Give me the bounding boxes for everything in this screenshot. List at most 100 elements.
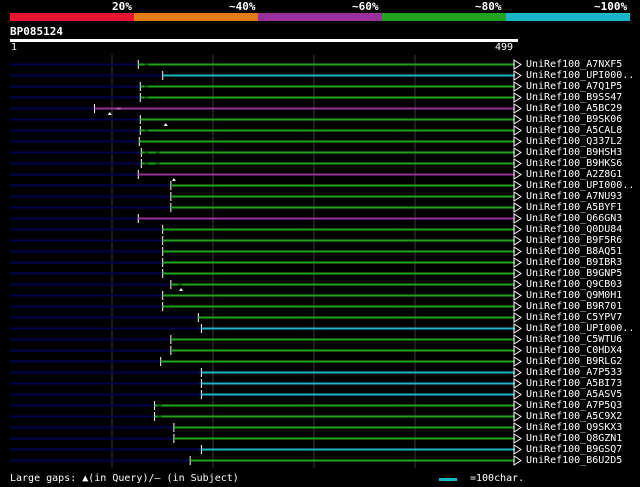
hit-alignment[interactable] — [10, 103, 522, 115]
hit-label-link[interactable]: UniRef100_A7Q1P5 — [526, 81, 622, 92]
hit-label-link[interactable]: UniRef100_UPI000.. — [526, 70, 634, 81]
hit-alignment[interactable] — [10, 422, 522, 433]
hit-alignment[interactable] — [10, 92, 522, 103]
hit-alignment[interactable] — [10, 224, 522, 235]
hit-end-arrow — [513, 70, 522, 81]
hit-label-link[interactable]: UniRef100_B8AQ51 — [526, 246, 622, 257]
hit-alignment[interactable] — [10, 213, 522, 224]
hit-label-link[interactable]: UniRef100_B9GSQ7 — [526, 444, 622, 455]
hit-label-link[interactable]: UniRef100_A5CAL8 — [526, 125, 622, 136]
hit-end-arrow — [513, 433, 522, 444]
query-gap-marker — [171, 178, 176, 181]
hit-alignment[interactable] — [10, 114, 522, 126]
hit-label-link[interactable]: UniRef100_C5YPV7 — [526, 312, 622, 323]
hit-label-link[interactable]: UniRef100_A7NU93 — [526, 191, 622, 202]
hit-alignment[interactable] — [10, 59, 522, 70]
hit-alignment[interactable] — [10, 433, 522, 444]
hit-label-link[interactable]: UniRef100_A5ASV5 — [526, 389, 622, 400]
hit-label-link[interactable]: UniRef100_UPI000.. — [526, 180, 634, 191]
hit-end-arrow — [513, 279, 522, 290]
hit-end-arrow — [513, 169, 522, 180]
hit-label-link[interactable]: UniRef100_B9HSH3 — [526, 147, 622, 158]
hit-alignment[interactable] — [10, 345, 522, 356]
hit-end-arrow — [513, 59, 522, 70]
hit-alignment[interactable] — [10, 279, 522, 291]
hit-alignment[interactable] — [10, 147, 522, 158]
hit-alignment[interactable] — [10, 323, 522, 334]
hit-alignment[interactable] — [10, 202, 522, 213]
hit-alignment[interactable] — [10, 411, 522, 422]
hit-label-link[interactable]: UniRef100_B9F5R6 — [526, 235, 622, 246]
hit-label-link[interactable]: UniRef100_A5BYF1 — [526, 202, 622, 213]
hit-label-link[interactable]: UniRef100_C0HDX4 — [526, 345, 622, 356]
hit-alignment[interactable] — [10, 312, 522, 323]
hit-label-link[interactable]: UniRef100_B9R701 — [526, 301, 622, 312]
hit-end-arrow — [513, 301, 522, 312]
hit-end-arrow — [513, 147, 522, 158]
hit-alignment[interactable] — [10, 389, 522, 400]
hit-label-link[interactable]: UniRef100_A5BC29 — [526, 103, 622, 114]
hit-alignment[interactable] — [10, 246, 522, 257]
hit-label-link[interactable]: UniRef100_Q66GN3 — [526, 213, 622, 224]
hit-alignment[interactable] — [10, 334, 522, 345]
hit-alignment[interactable] — [10, 81, 522, 92]
hit-label-link[interactable]: UniRef100_A7P5Q3 — [526, 400, 622, 411]
hit-alignment[interactable] — [10, 180, 522, 191]
hit-label-link[interactable]: UniRef100_Q9CB03 — [526, 279, 622, 290]
hit-alignment[interactable] — [10, 301, 522, 312]
hit-alignment[interactable] — [10, 367, 522, 378]
query-gap-marker — [107, 112, 112, 115]
hit-end-arrow — [513, 312, 522, 323]
hit-end-arrow — [513, 158, 522, 169]
hit-alignment[interactable] — [10, 125, 522, 136]
hit-alignment[interactable] — [10, 378, 522, 389]
hit-alignment[interactable] — [10, 70, 522, 81]
hit-alignment[interactable] — [10, 356, 522, 367]
gaps-legend-text: Large gaps: ▲(in Query)/– (in Subject) — [10, 473, 239, 484]
query-gap-marker — [163, 123, 168, 126]
hit-label-link[interactable]: UniRef100_A5BI73 — [526, 378, 622, 389]
hit-label-link[interactable]: UniRef100_Q8GZN1 — [526, 433, 622, 444]
hit-label-link[interactable]: UniRef100_Q337L2 — [526, 136, 622, 147]
hit-label-link[interactable]: UniRef100_B9GNP5 — [526, 268, 622, 279]
hit-alignment[interactable] — [10, 158, 522, 169]
hit-label-link[interactable]: UniRef100_B9IBR3 — [526, 257, 622, 268]
hit-end-arrow — [513, 257, 522, 268]
hit-label-link[interactable]: UniRef100_Q0DU84 — [526, 224, 622, 235]
hit-end-arrow — [513, 235, 522, 246]
hit-label-link[interactable]: UniRef100_B9HKS6 — [526, 158, 622, 169]
hit-end-arrow — [513, 378, 522, 389]
hit-label-link[interactable]: UniRef100_B9SK06 — [526, 114, 622, 125]
hit-label-link[interactable]: UniRef100_C5WTU6 — [526, 334, 622, 345]
hit-alignment[interactable] — [10, 191, 522, 202]
hit-label-link[interactable]: UniRef100_Q9M0H1 — [526, 290, 622, 301]
hit-alignment[interactable] — [10, 400, 522, 411]
hit-label-link[interactable]: UniRef100_A7NXF5 — [526, 59, 622, 70]
hit-end-arrow — [513, 389, 522, 400]
hit-label-link[interactable]: UniRef100_Q9SKX3 — [526, 422, 622, 433]
hit-alignment[interactable] — [10, 136, 522, 147]
hit-alignment[interactable] — [10, 290, 522, 301]
hit-end-arrow — [513, 290, 522, 301]
hit-end-arrow — [513, 246, 522, 257]
hit-alignment[interactable] — [10, 455, 522, 466]
hit-label-link[interactable]: UniRef100_A7P533 — [526, 367, 622, 378]
hit-end-arrow — [513, 268, 522, 279]
hit-label-link[interactable]: UniRef100_A2Z8G1 — [526, 169, 622, 180]
hit-end-arrow — [513, 367, 522, 378]
hit-alignment[interactable] — [10, 444, 522, 455]
hit-alignment[interactable] — [10, 235, 522, 246]
hit-label-link[interactable]: UniRef100_A5C9X2 — [526, 411, 622, 422]
hit-label-link[interactable]: UniRef100_B6U2D5 — [526, 455, 622, 466]
hit-alignment[interactable] — [10, 257, 522, 268]
hit-end-arrow — [513, 114, 522, 125]
hit-end-arrow — [513, 455, 522, 466]
hit-alignment[interactable] — [10, 268, 522, 279]
hit-label-link[interactable]: UniRef100_B9SS47 — [526, 92, 622, 103]
hit-label-link[interactable]: UniRef100_UPI000.. — [526, 323, 634, 334]
hit-label-link[interactable]: UniRef100_B9RLG2 — [526, 356, 622, 367]
hit-alignment[interactable] — [10, 169, 522, 181]
hit-end-arrow — [513, 356, 522, 367]
hit-end-arrow — [513, 400, 522, 411]
hit-end-arrow — [513, 213, 522, 224]
